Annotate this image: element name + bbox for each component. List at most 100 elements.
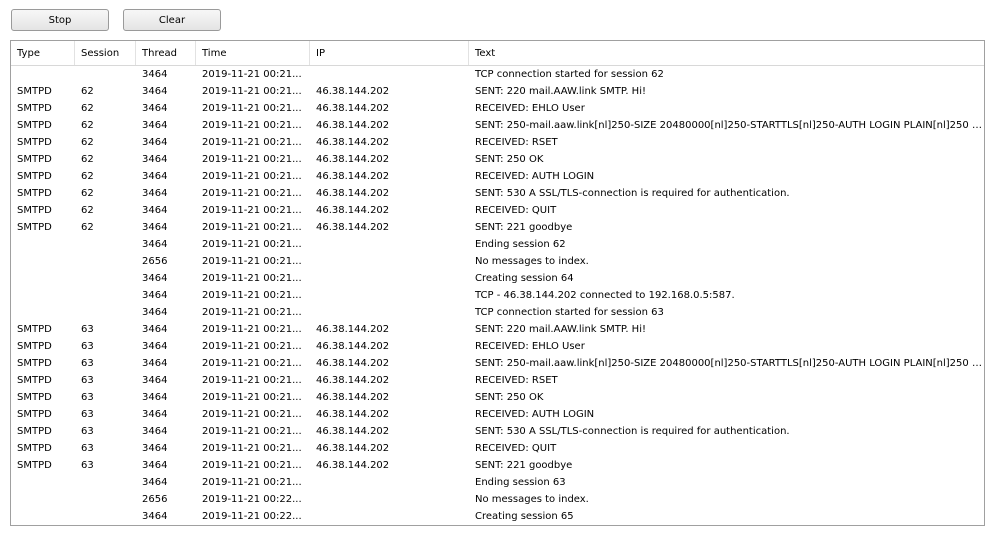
cell-text: SENT: 221 goodbye — [475, 460, 573, 471]
cell-text: RECEIVED: EHLO User — [475, 341, 585, 352]
cell-text: SENT: 220 mail.AAW.link SMTP. Hi! — [475, 86, 646, 97]
cell-text: RECEIVED: QUIT — [475, 205, 557, 216]
cell-thread: 3464 — [142, 443, 168, 454]
table-row[interactable]: SMTPD 62 3464 2019-11-21 00:21... 46.38.144.… — [11, 219, 984, 236]
table-row[interactable]: 2656 2019-11-21 00:21... No messages to in… — [11, 253, 984, 270]
cell-type — [11, 508, 75, 525]
cell-text: Creating session 65 — [475, 511, 574, 522]
clear-button[interactable]: Clear — [123, 9, 221, 31]
cell-time: 2019-11-21 00:21... — [202, 86, 302, 97]
table-row[interactable]: SMTPD 63 3464 2019-11-21 00:21... 46.38.144.… — [11, 440, 984, 457]
cell-type: SMTPD — [17, 409, 52, 420]
table-row[interactable]: SMTPD 63 3464 2019-11-21 00:21... 46.38.144.… — [11, 355, 984, 372]
table-row[interactable]: SMTPD 63 3464 2019-11-21 00:21... 46.38.144.… — [11, 406, 984, 423]
table-row[interactable]: SMTPD 63 3464 2019-11-21 00:21... 46.38.144.… — [11, 338, 984, 355]
cell-thread: 3464 — [142, 341, 168, 352]
cell-time: 2019-11-21 00:21... — [202, 358, 302, 369]
table-row[interactable]: SMTPD 62 3464 2019-11-21 00:21... 46.38.144.… — [11, 151, 984, 168]
cell-ip: 46.38.144.202 — [316, 188, 390, 199]
cell-ip: 46.38.144.202 — [316, 222, 390, 233]
cell-time: 2019-11-21 00:21... — [202, 324, 302, 335]
cell-session: 63 — [81, 324, 94, 335]
cell-session: 62 — [81, 120, 94, 131]
table-row[interactable]: SMTPD 62 3464 2019-11-21 00:21... 46.38.144.… — [11, 134, 984, 151]
cell-text: SENT: 220 mail.AAW.link SMTP. Hi! — [475, 324, 646, 335]
cell-session — [75, 474, 136, 491]
cell-time: 2019-11-21 00:22... — [202, 511, 302, 522]
cell-ip: 46.38.144.202 — [316, 137, 390, 148]
table-row[interactable]: SMTPD 63 3464 2019-11-21 00:21... 46.38.144.… — [11, 372, 984, 389]
table-row[interactable]: 3464 2019-11-21 00:21... Ending session 62 — [11, 236, 984, 253]
cell-thread: 3464 — [142, 154, 168, 165]
cell-ip — [310, 508, 469, 525]
cell-session: 63 — [81, 409, 94, 420]
cell-session: 62 — [81, 103, 94, 114]
table-row[interactable]: 3464 2019-11-21 00:21... TCP - 46.38.144.2… — [11, 287, 984, 304]
cell-ip: 46.38.144.202 — [316, 205, 390, 216]
cell-time: 2019-11-21 00:21... — [202, 239, 302, 250]
cell-time: 2019-11-21 00:21... — [202, 154, 302, 165]
cell-thread: 3464 — [142, 324, 168, 335]
table-row[interactable]: SMTPD 62 3464 2019-11-21 00:21... 46.38.144.… — [11, 100, 984, 117]
cell-ip: 46.38.144.202 — [316, 375, 390, 386]
table-row[interactable]: 3464 2019-11-21 00:22... Creating session … — [11, 508, 984, 525]
table-row[interactable]: SMTPD 62 3464 2019-11-21 00:21... 46.38.144.… — [11, 202, 984, 219]
cell-type — [11, 287, 75, 304]
table-row[interactable]: SMTPD 63 3464 2019-11-21 00:21... 46.38.144.… — [11, 423, 984, 440]
table-row[interactable]: SMTPD 62 3464 2019-11-21 00:21... 46.38.144.… — [11, 168, 984, 185]
cell-type: SMTPD — [17, 222, 52, 233]
cell-ip: 46.38.144.202 — [316, 341, 390, 352]
table-row[interactable]: 3464 2019-11-21 00:21... TCP connection st… — [11, 304, 984, 321]
cell-session: 63 — [81, 460, 94, 471]
cell-thread: 2656 — [142, 256, 168, 267]
column-header-thread[interactable]: Thread — [136, 41, 196, 65]
cell-session — [75, 287, 136, 304]
cell-thread: 3464 — [142, 69, 168, 80]
cell-text: SENT: 530 A SSL/TLS-connection is requir… — [475, 426, 790, 437]
column-header-type[interactable]: Type — [11, 41, 75, 65]
table-row[interactable]: 3464 2019-11-21 00:21... Ending session 63 — [11, 474, 984, 491]
cell-time: 2019-11-21 00:21... — [202, 477, 302, 488]
cell-thread: 3464 — [142, 409, 168, 420]
cell-ip — [310, 474, 469, 491]
cell-text: SENT: 250-mail.aaw.link[nl]250-SIZE 2048… — [475, 358, 984, 369]
stop-button[interactable]: Stop — [11, 9, 109, 31]
cell-session: 62 — [81, 86, 94, 97]
cell-session — [75, 236, 136, 253]
column-header-text[interactable]: Text — [469, 41, 984, 65]
cell-text: SENT: 221 goodbye — [475, 222, 573, 233]
cell-type: SMTPD — [17, 103, 52, 114]
table-row[interactable]: 3464 2019-11-21 00:21... TCP connection st… — [11, 66, 984, 83]
table-row[interactable]: SMTPD 63 3464 2019-11-21 00:21... 46.38.144.… — [11, 321, 984, 338]
log-table[interactable]: Type Session Thread Time IP Text 3464 201… — [10, 40, 985, 526]
column-header-session[interactable]: Session — [75, 41, 136, 65]
cell-type — [11, 236, 75, 253]
column-header-time[interactable]: Time — [196, 41, 310, 65]
table-row[interactable]: 2656 2019-11-21 00:22... No messages to in… — [11, 491, 984, 508]
table-row[interactable]: SMTPD 62 3464 2019-11-21 00:21... 46.38.144.… — [11, 185, 984, 202]
table-row[interactable]: SMTPD 63 3464 2019-11-21 00:21... 46.38.144.… — [11, 457, 984, 474]
cell-session — [75, 508, 136, 525]
cell-ip: 46.38.144.202 — [316, 120, 390, 131]
cell-thread: 3464 — [142, 392, 168, 403]
cell-thread: 3464 — [142, 137, 168, 148]
cell-time: 2019-11-21 00:21... — [202, 409, 302, 420]
cell-type: SMTPD — [17, 460, 52, 471]
cell-time: 2019-11-21 00:21... — [202, 137, 302, 148]
cell-thread: 3464 — [142, 188, 168, 199]
table-row[interactable]: SMTPD 62 3464 2019-11-21 00:21... 46.38.144.… — [11, 117, 984, 134]
table-row[interactable]: SMTPD 63 3464 2019-11-21 00:21... 46.38.144.… — [11, 389, 984, 406]
cell-time: 2019-11-21 00:21... — [202, 188, 302, 199]
cell-thread: 3464 — [142, 375, 168, 386]
table-row[interactable]: 3464 2019-11-21 00:21... Creating session … — [11, 270, 984, 287]
cell-type: SMTPD — [17, 154, 52, 165]
column-header-ip[interactable]: IP — [310, 41, 469, 65]
cell-time: 2019-11-21 00:21... — [202, 120, 302, 131]
cell-session — [75, 491, 136, 508]
cell-thread: 3464 — [142, 103, 168, 114]
cell-thread: 3464 — [142, 460, 168, 471]
cell-type: SMTPD — [17, 341, 52, 352]
cell-session: 62 — [81, 171, 94, 182]
cell-type — [11, 270, 75, 287]
table-row[interactable]: SMTPD 62 3464 2019-11-21 00:21... 46.38.144.… — [11, 83, 984, 100]
